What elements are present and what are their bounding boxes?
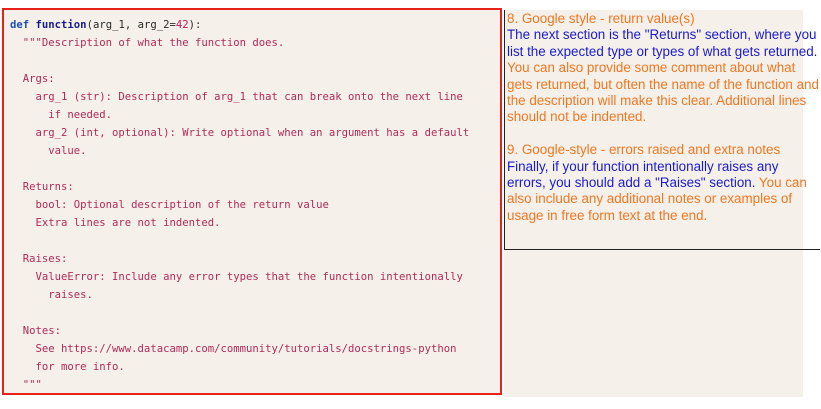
docstring-line: bool: Optional description of the return… [10,199,329,211]
docstring-line: Returns: [10,181,74,193]
signature-params: (arg_1, arg_2= [86,19,176,31]
section-8-body-blue: The next section is the "Returns" sectio… [507,27,818,59]
function-name: function [35,19,87,31]
docstring-line: arg_1 (str): Description of arg_1 that c… [10,91,463,103]
docstring-line: raises. [10,289,93,301]
signature-close: ): [188,19,202,31]
docstring-line: for more info. [10,361,125,373]
docstring-line: arg_2 (int, optional): Write optional wh… [10,127,470,139]
docstring-line: Notes: [10,325,62,337]
code-block: def function(arg_1, arg_2=42): """Descri… [4,10,500,393]
default-value: 42 [175,19,189,31]
code-snippet-frame: def function(arg_1, arg_2=42): """Descri… [2,8,502,395]
docstring-line: Extra lines are not indented. [10,217,221,229]
docstring-line: if needed. [10,109,113,121]
notes-box: 8. Google style - return value(s) The ne… [504,10,820,250]
function-signature-line: def function(arg_1, arg_2=42): [10,16,500,34]
docstring-lines: """Description of what the function does… [10,34,500,393]
section-9-heading: 9. Google-style - errors raised and extr… [507,142,781,158]
section-9: 9. Google-style - errors raised and extr… [507,142,820,224]
section-9-body-blue: Finally, if your function intentionally … [507,158,779,191]
docstring-line: value. [10,145,87,157]
def-keyword: def [10,19,30,31]
docstring-line: Args: [10,73,55,85]
section-8-heading: 8. Google style - return value(s) [507,11,695,26]
section-8: 8. Google style - return value(s) The ne… [507,11,820,126]
docstring-line: """ [10,379,42,391]
docstring-line [10,304,500,322]
docstring-line [10,160,500,178]
docstring-line [10,232,500,250]
docstring-line [10,52,500,70]
docstring-line: See https://www.datacamp.com/community/t… [10,343,457,355]
docstring-line: ValueError: Include any error types that… [10,271,463,283]
section-8-body-orange: You can also provide some comment about … [507,60,819,125]
docstring-line: """Description of what the function does… [10,37,285,49]
docstring-line: Raises: [10,253,68,265]
notes-text: 8. Google style - return value(s) The ne… [505,10,820,224]
